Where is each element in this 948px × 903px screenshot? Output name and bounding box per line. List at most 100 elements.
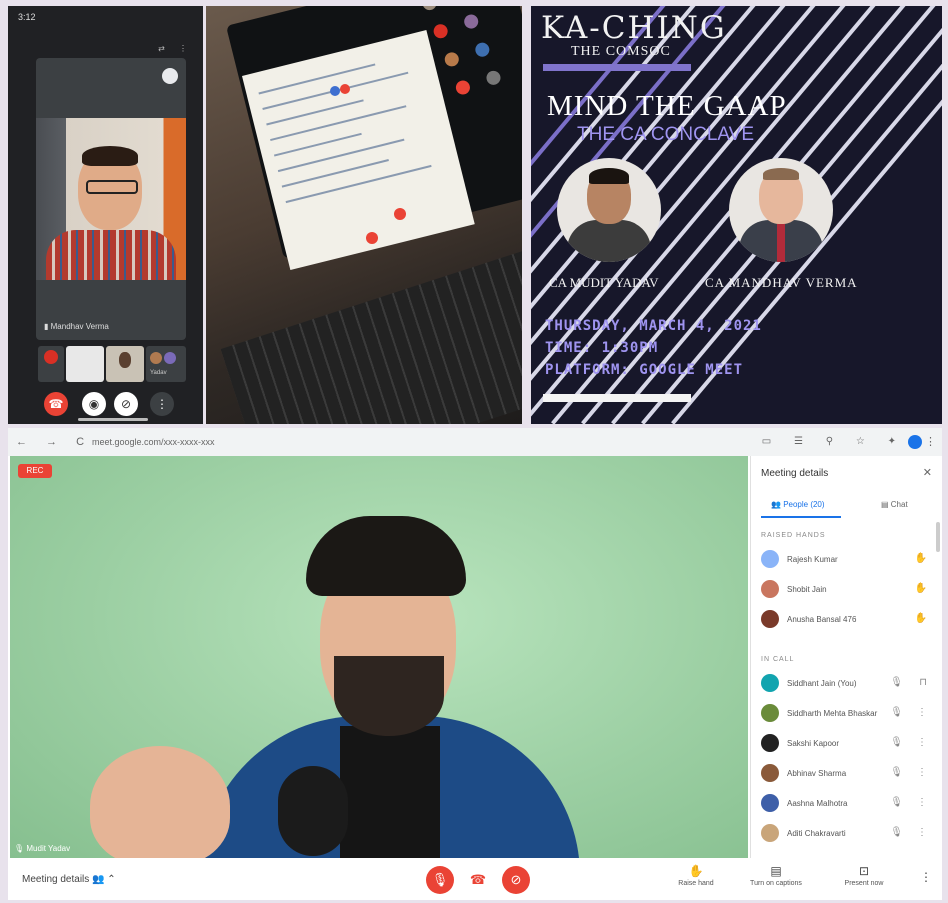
speaker2-name: CA MANDHAV VERMA: [705, 275, 858, 290]
meeting-details-panel: Meeting details ✕ 👥 People (20) ▤ Chat R…: [750, 456, 942, 858]
mic-off-icon: 🎙: [431, 872, 449, 887]
avatar: [761, 610, 779, 628]
more-options-button[interactable]: ⋮: [150, 392, 174, 416]
profile-avatar[interactable]: [908, 435, 922, 449]
main-video: REC 🎙 Mudit Yadav: [10, 456, 748, 858]
mic-icon: ◉: [88, 397, 100, 411]
raised-hand-icon[interactable]: ✋: [915, 613, 927, 624]
panel-scrollbar[interactable]: [936, 522, 940, 552]
speaker2-photo: [729, 158, 833, 262]
status-time: 3:12: [18, 12, 36, 22]
event-poster: KA-CHING THE COMSOC MIND THE GAAP THE CA…: [531, 6, 942, 424]
more-vert-icon: ⋮: [920, 870, 932, 884]
meet-bottom-bar: Meeting details 👥 ⌃ 🎙 ☎ ⊘ ✋ Raise hand ▤…: [8, 858, 942, 900]
participant-name: Anusha Bansal 476: [787, 615, 857, 624]
participant-name: Abhinav Sharma: [787, 769, 847, 778]
mic-toggle-button[interactable]: 🎙: [426, 866, 454, 894]
poster-subtitle: THE CA CONCLAVE: [577, 124, 755, 145]
rec-label: REC: [26, 466, 44, 475]
participant-name: Sakshi Kapoor: [787, 739, 840, 748]
meet-browser-window: ← → C meet.google.com/xxx-xxxx-xxx ▭ ☰ ⚲…: [8, 428, 942, 900]
mic-off-icon: 🎙: [890, 797, 903, 808]
more-vert-icon[interactable]: ⋮: [917, 707, 927, 718]
phone-meet-screenshot: 3:12 ⇄ ⋮ ▮ Mandhav Verma Yadav ☎ ◉ ⊘ ⋮: [8, 6, 203, 424]
pin-icon[interactable]: ⊓: [919, 677, 927, 688]
avatar: [761, 764, 779, 782]
more-vert-icon[interactable]: ⋮: [917, 797, 927, 808]
browser-toolbar: ← → C meet.google.com/xxx-xxxx-xxx ▭ ☰ ⚲…: [8, 428, 942, 456]
tab-people[interactable]: 👥 People (20): [771, 500, 825, 509]
present-now-label: Present now: [844, 880, 884, 887]
list-item[interactable]: Aditi Chakravarti 🎙 ⋮: [761, 824, 933, 844]
more-vert-icon[interactable]: ⋮: [917, 827, 927, 838]
list-item[interactable]: Anusha Bansal 476 ✋: [761, 610, 933, 630]
end-call-button[interactable]: ☎: [44, 392, 68, 416]
avatar: [761, 794, 779, 812]
raised-hand-icon[interactable]: ✋: [915, 583, 927, 594]
mic-icon: 🎙: [14, 844, 27, 853]
raise-hand-label: Raise hand: [678, 880, 714, 887]
hand-icon: ✋: [688, 864, 704, 878]
people-icon: 👥: [92, 874, 108, 885]
present-icon: ⊡: [858, 864, 870, 878]
camera-button[interactable]: ⊘: [114, 392, 138, 416]
list-item[interactable]: Siddhant Jain (You) 🎙 ⊓: [761, 674, 933, 694]
list-item[interactable]: Aashna Malhotra 🎙 ⋮: [761, 794, 933, 814]
participant-name: Siddhant Jain (You): [787, 679, 857, 688]
mic-button[interactable]: ◉: [82, 392, 106, 416]
phone-hangup-icon: ☎: [469, 872, 487, 887]
poster-divider: [543, 64, 691, 71]
address-bar[interactable]: meet.google.com/xxx-xxxx-xxx: [92, 437, 215, 447]
meeting-details-button[interactable]: Meeting details 👥 ⌃: [22, 874, 116, 885]
poster-bottom-bar: [543, 394, 691, 402]
nav-buttons[interactable]: ← → C: [16, 436, 92, 448]
browser-menu-icon[interactable]: ⋮: [925, 435, 936, 448]
account-avatar[interactable]: [162, 68, 178, 84]
phone-status-bar: 3:12: [18, 12, 193, 26]
thumbnail[interactable]: [38, 346, 64, 382]
thumbnail-label: Yadav: [150, 370, 167, 376]
participant-name: Aditi Chakravarti: [787, 829, 846, 838]
list-item[interactable]: Shobit Jain ✋: [761, 580, 933, 600]
participant-glasses: [86, 180, 138, 194]
mic-off-icon: 🎙: [890, 707, 903, 718]
raise-hand-button[interactable]: ✋ Raise hand: [664, 864, 728, 887]
thumbnail[interactable]: [66, 346, 104, 382]
present-now-button[interactable]: ⊡ Present now: [832, 864, 896, 887]
presenter-name: Mudit Yadav: [26, 844, 71, 853]
participant-name: Shobit Jain: [787, 585, 827, 594]
mic-off-icon: 🎙: [890, 737, 903, 748]
more-options-button[interactable]: ⋮: [920, 870, 932, 884]
list-item[interactable]: Abhinav Sharma 🎙 ⋮: [761, 764, 933, 784]
speaker1-name: CA MUDIT YADAV: [549, 275, 659, 290]
thumbnail[interactable]: [106, 346, 144, 382]
more-vert-icon[interactable]: ⋮: [917, 737, 927, 748]
close-icon[interactable]: ✕: [923, 466, 932, 479]
camera-toggle-button[interactable]: ⊘: [502, 866, 530, 894]
microphone: [278, 766, 348, 856]
avatar: [761, 704, 779, 722]
participant-thumbnails: Yadav: [38, 346, 186, 382]
phone-top-icons[interactable]: ⇄ ⋮: [158, 44, 193, 53]
end-call-button: [366, 232, 378, 244]
thumbnail[interactable]: Yadav: [146, 346, 186, 382]
speaker-beard: [334, 656, 444, 736]
list-item[interactable]: Sakshi Kapoor 🎙 ⋮: [761, 734, 933, 754]
participant-video: [36, 118, 186, 280]
raised-hand-icon[interactable]: ✋: [915, 553, 927, 564]
list-item[interactable]: Rajesh Kumar ✋: [761, 550, 933, 570]
avatar: [761, 550, 779, 568]
google-dot: [330, 86, 340, 96]
leave-call-button[interactable]: ☎: [464, 866, 492, 894]
participant-hair: [82, 146, 138, 166]
people-icon: 👥: [771, 500, 784, 509]
tab-chat[interactable]: ▤ Chat: [881, 500, 908, 509]
tab-chat-label: Chat: [890, 500, 908, 509]
list-item[interactable]: Siddharth Mehta Bhaskar 🎙 ⋮: [761, 704, 933, 724]
camera-button: [394, 208, 406, 220]
more-vert-icon[interactable]: ⋮: [917, 767, 927, 778]
captions-button[interactable]: ▤ Turn on captions: [744, 864, 808, 887]
extension-icons[interactable]: ▭ ☰ ⚲ ☆ ✦: [762, 436, 906, 447]
speaker1-photo: [557, 158, 661, 262]
chevron-up-icon: ⌃: [107, 874, 116, 885]
